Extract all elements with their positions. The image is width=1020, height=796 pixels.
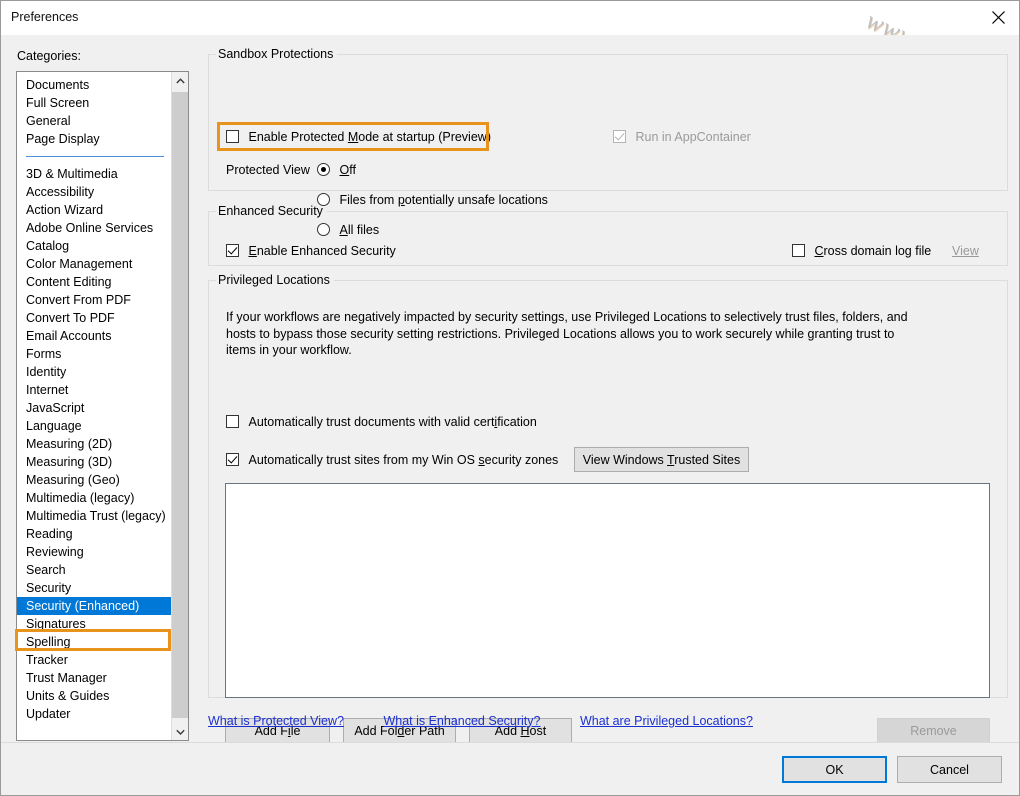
protected-view-off-label: Off (339, 163, 356, 177)
sidebar-item-3d-multimedia[interactable]: 3D & Multimedia (17, 165, 172, 183)
enhanced-security-legend: Enhanced Security (218, 204, 323, 218)
link-what-is-enhanced-security[interactable]: What is Enhanced Security? (383, 714, 540, 728)
chevron-down-icon[interactable] (172, 723, 188, 740)
sidebar-item-accessibility[interactable]: Accessibility (17, 183, 172, 201)
enable-protected-mode-row[interactable]: Enable Protected Mode at startup (Previe… (226, 130, 491, 144)
privileged-locations-listbox[interactable] (225, 483, 990, 698)
window-title: Preferences (11, 10, 79, 24)
view-windows-trusted-sites-button[interactable]: View Windows Trusted Sites (574, 447, 749, 472)
dialog-body: Categories: Documents Full Screen General P… (1, 35, 1019, 744)
sidebar-item-trust-manager[interactable]: Trust Manager (17, 669, 172, 687)
sidebar-item-tracker[interactable]: Tracker (17, 651, 172, 669)
categories-separator (26, 156, 164, 157)
sidebar-item-measuring-2d[interactable]: Measuring (2D) (17, 435, 172, 453)
sidebar-item-internet[interactable]: Internet (17, 381, 172, 399)
categories-scrollbar[interactable] (171, 72, 188, 740)
protected-view-label: Protected View (226, 163, 310, 177)
sidebar-item-multimedia-trust-legacy[interactable]: Multimedia Trust (legacy) (17, 507, 172, 525)
settings-panel: Sandbox Protections Enable Protected Mod… (201, 35, 1011, 744)
auto-trust-zones-row[interactable]: Automatically trust sites from my Win OS… (226, 453, 558, 467)
enable-enhanced-security-row[interactable]: Enable Enhanced Security (226, 244, 396, 258)
categories-list: Documents Full Screen General Page Display 3… (17, 72, 172, 723)
auto-trust-zones-checkbox[interactable] (226, 453, 239, 466)
title-bar: Preferences (1, 1, 1019, 35)
ok-button[interactable]: OK (782, 756, 887, 783)
run-in-appcontainer-label: Run in AppContainer (635, 130, 751, 144)
sidebar-item-email-accounts[interactable]: Email Accounts (17, 327, 172, 345)
sidebar-item-catalog[interactable]: Catalog (17, 237, 172, 255)
sandbox-protections-legend: Sandbox Protections (218, 47, 334, 61)
auto-trust-certified-checkbox[interactable] (226, 415, 239, 428)
chevron-up-icon[interactable] (172, 72, 188, 89)
enhanced-security-group: Enhanced Security Enable Enhanced Securi… (208, 204, 1008, 266)
cross-domain-log-checkbox[interactable] (792, 244, 805, 257)
protected-view-off-radio[interactable] (317, 163, 330, 176)
enable-enhanced-security-label: Enable Enhanced Security (248, 244, 396, 258)
sidebar-item-measuring-geo[interactable]: Measuring (Geo) (17, 471, 172, 489)
enable-protected-mode-label: Enable Protected Mode at startup (Previe… (248, 130, 491, 144)
auto-trust-zones-label: Automatically trust sites from my Win OS… (248, 453, 559, 467)
sidebar-item-updater[interactable]: Updater (17, 705, 172, 723)
sidebar-item-security[interactable]: Security (17, 579, 172, 597)
sidebar-item-reviewing[interactable]: Reviewing (17, 543, 172, 561)
cross-domain-log-label: Cross domain log file (814, 244, 932, 258)
sidebar-item-convert-to-pdf[interactable]: Convert To PDF (17, 309, 172, 327)
sidebar-item-content-editing[interactable]: Content Editing (17, 273, 172, 291)
enable-protected-mode-checkbox[interactable] (226, 130, 239, 143)
privileged-locations-legend: Privileged Locations (218, 273, 330, 287)
sidebar-item-identity[interactable]: Identity (17, 363, 172, 381)
cross-domain-log-row[interactable]: Cross domain log file (792, 244, 931, 258)
sidebar-item-language[interactable]: Language (17, 417, 172, 435)
run-in-appcontainer-row: Run in AppContainer (613, 130, 751, 144)
auto-trust-certified-label: Automatically trust documents with valid… (248, 415, 537, 429)
sidebar-item-javascript[interactable]: JavaScript (17, 399, 172, 417)
sidebar-item-color-management[interactable]: Color Management (17, 255, 172, 273)
sidebar-item-multimedia-legacy[interactable]: Multimedia (legacy) (17, 489, 172, 507)
sidebar-item-measuring-3d[interactable]: Measuring (3D) (17, 453, 172, 471)
sidebar-item-documents[interactable]: Documents (17, 76, 172, 94)
link-what-is-protected-view[interactable]: What is Protected View? (208, 714, 344, 728)
sidebar-item-full-screen[interactable]: Full Screen (17, 94, 172, 112)
sidebar-item-forms[interactable]: Forms (17, 345, 172, 363)
help-links: What is Protected View? What is Enhanced… (208, 714, 789, 728)
scrollbar-thumb[interactable] (172, 92, 188, 718)
categories-listbox[interactable]: Documents Full Screen General Page Display 3… (16, 71, 189, 741)
sidebar-item-security-enhanced[interactable]: Security (Enhanced) (17, 597, 172, 615)
sidebar-item-adobe-online-services[interactable]: Adobe Online Services (17, 219, 172, 237)
dialog-footer: OK Cancel (1, 742, 1019, 795)
link-what-are-privileged-locations[interactable]: What are Privileged Locations? (580, 714, 753, 728)
sidebar-item-reading[interactable]: Reading (17, 525, 172, 543)
remove-button: Remove (877, 718, 990, 744)
view-log-link: View (952, 244, 979, 258)
sidebar-item-convert-from-pdf[interactable]: Convert From PDF (17, 291, 172, 309)
privileged-locations-group: Privileged Locations If your workflows a… (208, 273, 1008, 744)
sidebar-item-search[interactable]: Search (17, 561, 172, 579)
auto-trust-certified-row[interactable]: Automatically trust documents with valid… (226, 415, 537, 429)
protected-view-option-off[interactable]: Off (317, 163, 356, 177)
sidebar-item-general[interactable]: General (17, 112, 172, 130)
enable-enhanced-security-checkbox[interactable] (226, 244, 239, 257)
categories-label: Categories: (17, 49, 81, 63)
sidebar-item-action-wizard[interactable]: Action Wizard (17, 201, 172, 219)
sidebar-item-spelling[interactable]: Spelling (17, 633, 172, 651)
close-icon[interactable] (975, 1, 1019, 34)
privileged-locations-description: If your workflows are negatively impacte… (226, 310, 908, 357)
preferences-dialog: Preferences www.jb51.net Categories: Doc… (0, 0, 1020, 796)
sidebar-item-units-guides[interactable]: Units & Guides (17, 687, 172, 705)
sidebar-item-signatures[interactable]: Signatures (17, 615, 172, 633)
cancel-button[interactable]: Cancel (897, 756, 1002, 783)
run-in-appcontainer-checkbox (613, 130, 626, 143)
sandbox-protections-group: Sandbox Protections Enable Protected Mod… (208, 47, 1008, 237)
sidebar-item-page-display[interactable]: Page Display (17, 130, 172, 148)
